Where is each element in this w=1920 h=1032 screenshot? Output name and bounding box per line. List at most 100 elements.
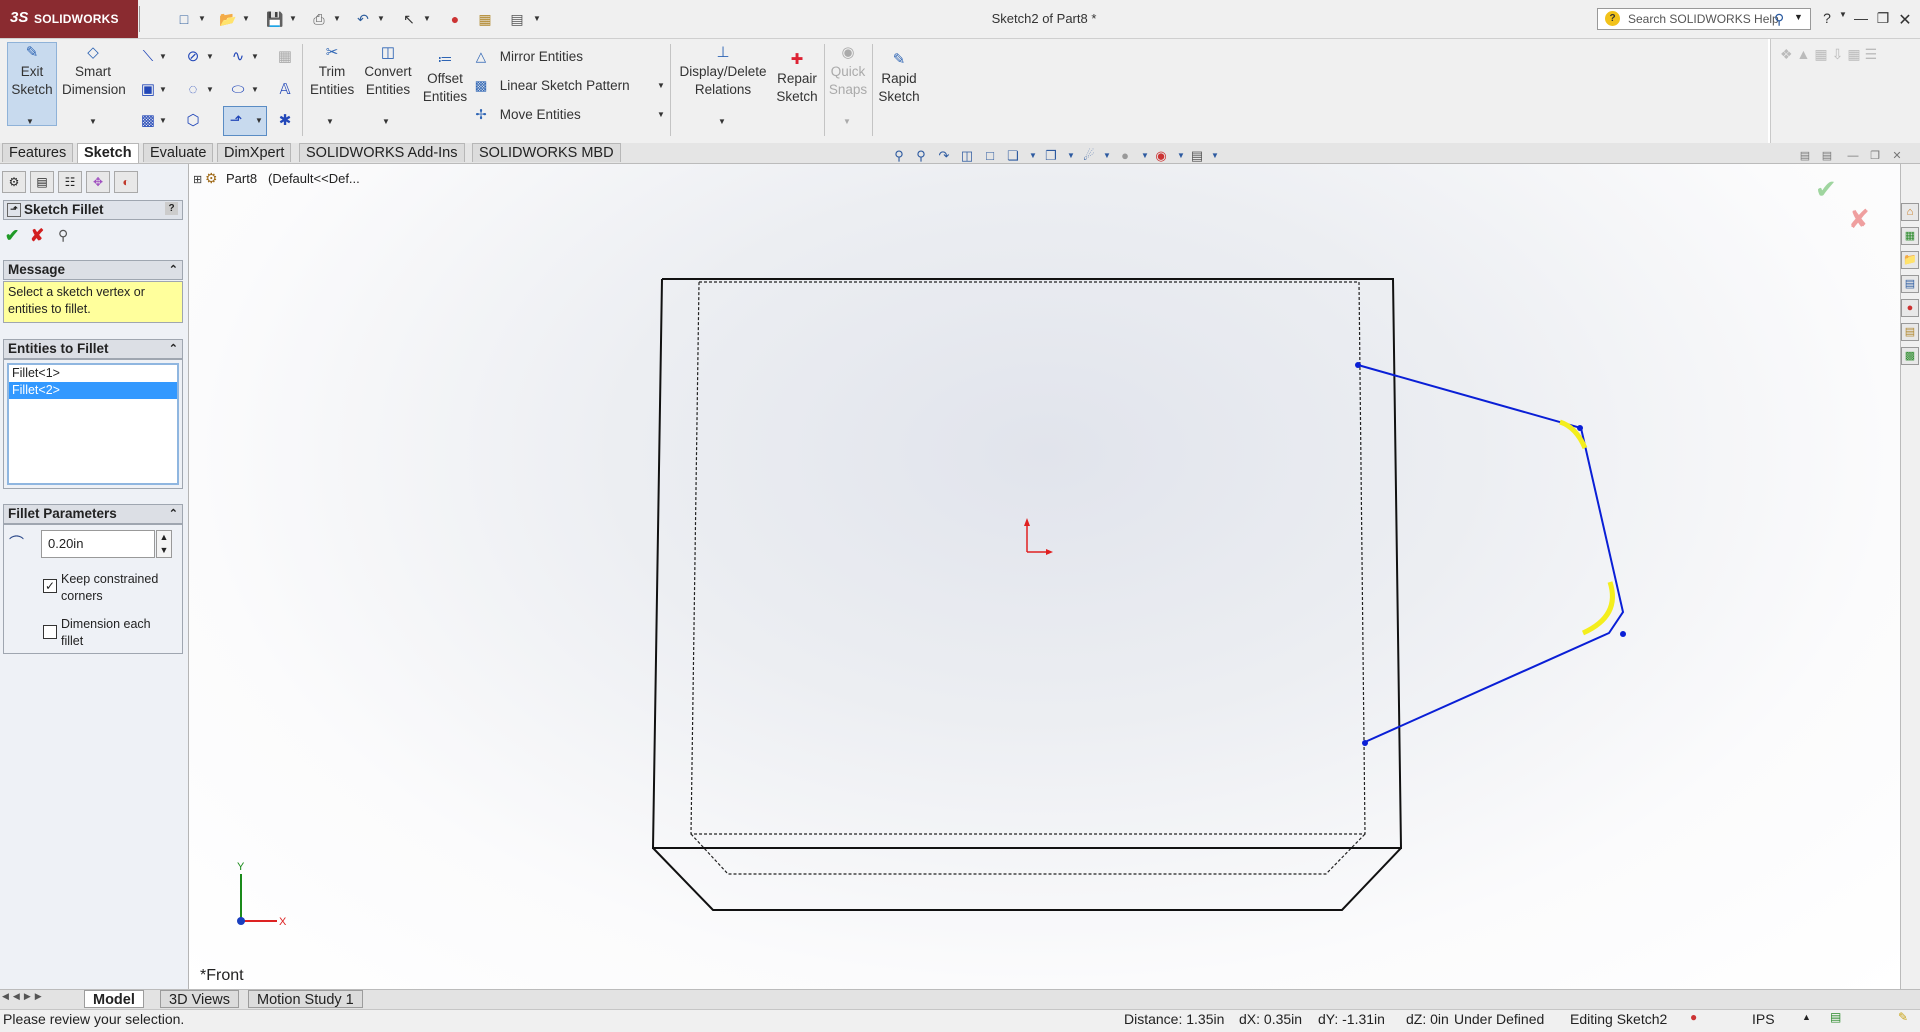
viewport-close-icon[interactable]: ✕	[1888, 147, 1906, 165]
display-manager-icon[interactable]: ◐	[114, 171, 138, 193]
keep-constrained-checkbox[interactable]: ✓	[43, 579, 57, 593]
chevron-down-icon[interactable]: ▼	[205, 80, 215, 100]
spin-down-icon[interactable]: ▼	[157, 544, 171, 557]
display-delete-relations-button[interactable]: ⊥ Display/Delete Relations	[676, 44, 770, 99]
chevron-down-icon[interactable]: ▼	[325, 112, 335, 132]
design-library-icon[interactable]: ▦	[1901, 227, 1919, 245]
spin-up-icon[interactable]: ▲	[157, 531, 171, 544]
keep-visible-pin-icon[interactable]: ⚲	[58, 227, 68, 244]
exit-sketch-label[interactable]: ✎ Exit Sketch	[7, 44, 57, 99]
solidworks-forum-icon[interactable]: ▩	[1901, 347, 1919, 365]
offset-entities-button[interactable]: ≔ Offset Entities	[420, 51, 470, 106]
line-icon[interactable]: ⟍	[138, 47, 158, 67]
radius-spinner[interactable]: ▲ ▼	[156, 530, 172, 558]
tab-model[interactable]: Model	[84, 990, 144, 1008]
edit-appearance-icon[interactable]: ●	[1116, 147, 1134, 165]
resources-home-icon[interactable]: ⌂	[1901, 203, 1919, 221]
circle-icon[interactable]: ⊘	[183, 47, 203, 67]
tab-addins[interactable]: SOLIDWORKS Add-Ins	[299, 143, 465, 162]
tab-mbd[interactable]: SOLIDWORKS MBD	[472, 143, 621, 162]
move-entities-button[interactable]: ✢ Move Entities	[470, 104, 580, 126]
list-item[interactable]: Fillet<2>	[9, 382, 177, 399]
chevron-down-icon[interactable]: ▼	[158, 111, 168, 131]
help-question-icon[interactable]: ?	[165, 202, 178, 215]
collapse-chevron-icon[interactable]: ⌃	[169, 340, 178, 358]
graphics-area[interactable]: Y X	[189, 164, 1900, 989]
chevron-down-icon[interactable]: ▼	[158, 47, 168, 67]
trim-entities-button[interactable]: ✂ Trim Entities	[310, 44, 354, 99]
chevron-down-icon[interactable]: ▼	[250, 80, 260, 100]
feature-manager-icon[interactable]: ⚙	[2, 171, 26, 193]
chevron-down-icon[interactable]: ▼	[254, 111, 264, 131]
sketch-point[interactable]	[1620, 631, 1626, 637]
unit-system[interactable]: IPS	[1752, 1011, 1775, 1027]
configuration-manager-icon[interactable]: ☷	[58, 171, 82, 193]
sketch-point[interactable]	[1355, 362, 1361, 368]
sketch-fillet-button[interactable]: ⬏ ▼	[223, 106, 267, 136]
slot-icon[interactable]: ▩	[138, 111, 158, 131]
previous-view-icon[interactable]: ↷	[935, 147, 953, 165]
spline-icon[interactable]: ∿	[228, 47, 248, 67]
polygon-icon[interactable]: ⬡	[183, 111, 203, 131]
rapid-sketch-button[interactable]: ✎ Rapid Sketch	[876, 51, 922, 106]
chevron-down-icon[interactable]: ▼	[381, 112, 391, 132]
ok-check-icon[interactable]: ✔	[5, 226, 19, 246]
mirror-entities-button[interactable]: △ Mirror Entities	[470, 46, 583, 68]
chevron-down-icon[interactable]: ▼	[1206, 147, 1224, 165]
viewport-minimize-icon[interactable]: —	[1844, 147, 1862, 165]
zoom-to-fit-icon[interactable]: ⚲	[890, 147, 908, 165]
view-settings-icon[interactable]: ▤	[1188, 147, 1206, 165]
fillet-2-highlight[interactable]	[1581, 581, 1615, 636]
repair-sketch-button[interactable]: ✚ Repair Sketch	[774, 51, 820, 106]
zoom-to-area-icon[interactable]: ⚲	[912, 147, 930, 165]
tab-scroll-arrows-icon[interactable]: ◀◀▶▶	[2, 991, 46, 1002]
view-palette-icon[interactable]: ▤	[1901, 275, 1919, 293]
expand-tree-icon[interactable]: ⊞	[193, 173, 202, 186]
chevron-down-icon[interactable]: ▼	[717, 112, 727, 132]
close-window-icon[interactable]: ✕	[1894, 10, 1916, 30]
hide-show-items-icon[interactable]: ☄	[1080, 147, 1098, 165]
viewport-tile-icon[interactable]: ▤	[1796, 147, 1814, 165]
restore-window-icon[interactable]: ❐	[1872, 10, 1894, 27]
cancel-x-icon[interactable]: ✘	[30, 226, 44, 246]
ellipse-icon[interactable]: ⬭	[228, 80, 248, 100]
sketch-canvas[interactable]: Y X	[189, 164, 1900, 989]
chevron-down-icon[interactable]: ▼	[1794, 12, 1803, 22]
feature-tree-part[interactable]: Part8	[226, 171, 257, 186]
point-icon[interactable]: ✱	[275, 111, 295, 131]
rebuild-indicator-icon[interactable]: ●	[1690, 1010, 1697, 1024]
sketch-point[interactable]	[1362, 740, 1368, 746]
view-orientation-icon[interactable]: ❏	[1004, 147, 1022, 165]
fillet-parameters-header[interactable]: Fillet Parameters ⌃	[3, 504, 183, 524]
chevron-down-icon[interactable]: ▼	[1024, 147, 1042, 165]
chevron-down-icon[interactable]: ▼	[25, 112, 35, 132]
apply-scene-icon[interactable]: ◉	[1152, 147, 1170, 165]
file-explorer-icon[interactable]: 📁	[1901, 251, 1919, 269]
convert-entities-button[interactable]: ◫ Convert Entities	[360, 44, 416, 99]
search-icon[interactable]: ⚲	[1774, 11, 1784, 28]
collapse-chevron-icon[interactable]: ⌃	[169, 261, 178, 279]
tab-dimxpert[interactable]: DimXpert	[217, 143, 292, 162]
custom-properties-icon[interactable]: ▤	[1901, 323, 1919, 341]
chevron-down-icon[interactable]: ▼	[656, 105, 666, 125]
dynamic-annotation-icon[interactable]: □	[981, 147, 999, 165]
tab-evaluate[interactable]: Evaluate	[143, 143, 214, 162]
chevron-up-icon[interactable]: ▲	[1802, 1012, 1811, 1022]
help-status-icon[interactable]: ▤	[1830, 1010, 1841, 1024]
chevron-down-icon[interactable]: ▼	[88, 112, 98, 132]
tab-3d-views[interactable]: 3D Views	[160, 990, 239, 1008]
fillet-radius-input[interactable]: 0.20in	[41, 530, 155, 558]
sketch-point[interactable]	[1577, 425, 1583, 431]
message-section-header[interactable]: Message ⌃	[3, 260, 183, 280]
chevron-down-icon[interactable]: ▼	[656, 76, 666, 96]
cancel-x-icon[interactable]: ✘	[1848, 204, 1870, 235]
arc-icon[interactable]: ◌	[183, 80, 203, 100]
viewport-restore-icon[interactable]: ❐	[1866, 147, 1884, 165]
chevron-down-icon[interactable]: ▼	[250, 47, 260, 67]
rectangle-icon[interactable]: ▣	[138, 80, 158, 100]
search-help-box[interactable]: ? Search SOLIDWORKS Help ⚲ ▼	[1597, 8, 1811, 30]
chevron-down-icon[interactable]: ▼	[205, 47, 215, 67]
entities-list[interactable]: Fillet<1> Fillet<2>	[7, 363, 179, 485]
tab-sketch[interactable]: Sketch	[77, 143, 139, 163]
linear-sketch-pattern-button[interactable]: ▩ Linear Sketch Pattern	[470, 75, 630, 97]
